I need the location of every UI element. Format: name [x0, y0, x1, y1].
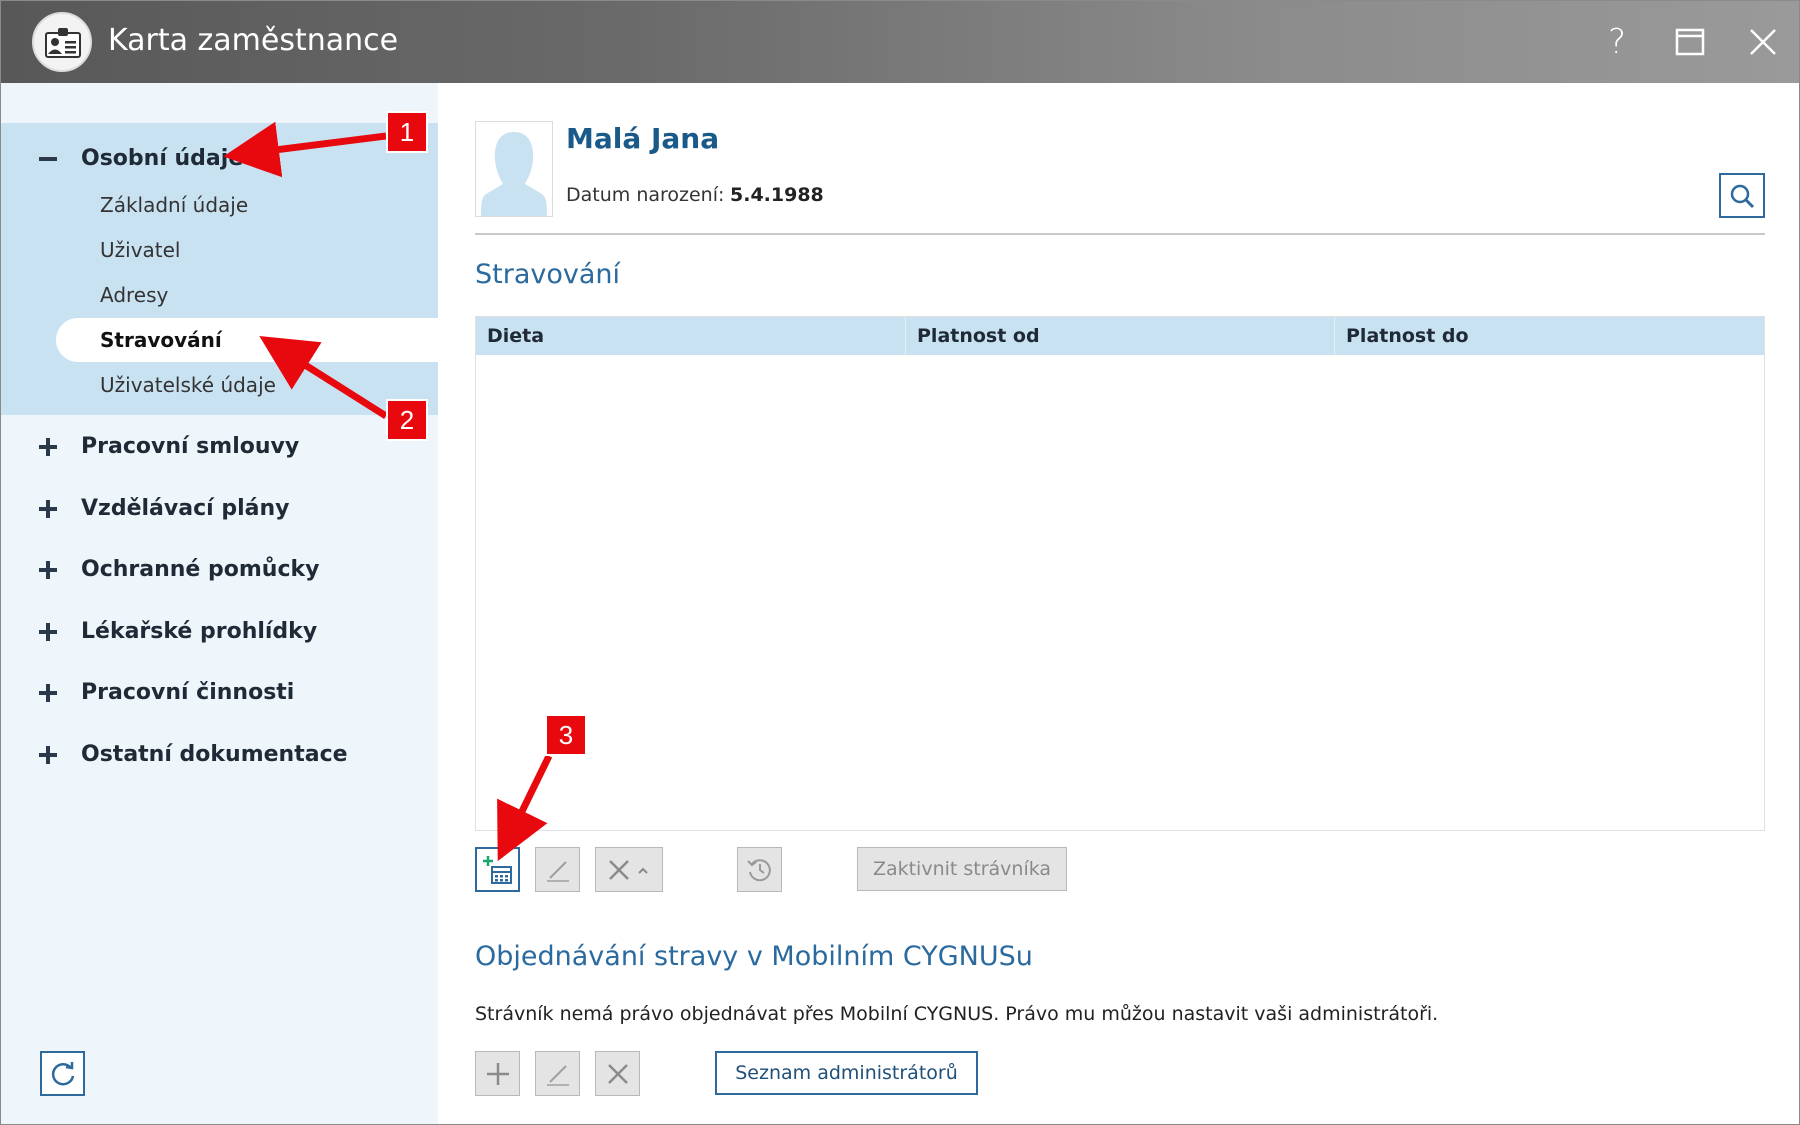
pencil-icon — [546, 860, 569, 882]
grid-header: Dieta Platnost od Platnost do — [476, 317, 1764, 355]
history-icon — [746, 858, 771, 881]
add-permission-button[interactable] — [475, 1051, 520, 1096]
sidebar-group-label: Pracovní činnosti — [81, 680, 295, 705]
search-icon — [1730, 184, 1755, 208]
delete-diet-button[interactable] — [595, 847, 663, 892]
sidebar-group-label: Vzdělávací plány — [81, 496, 290, 521]
employee-avatar — [475, 121, 553, 217]
sidebar-item-label: Stravování — [100, 328, 222, 352]
annotation-callout-1: 1 — [386, 111, 428, 153]
refresh-button[interactable] — [40, 1051, 85, 1096]
search-employee-button[interactable] — [1719, 173, 1765, 218]
plus-icon — [39, 683, 59, 703]
sidebar-group-lekarske-prohlidky[interactable]: Lékařské prohlídky — [1, 604, 438, 660]
sidebar-item-label: Uživatelské údaje — [100, 373, 276, 397]
minus-icon — [39, 149, 59, 169]
sidebar: Osobní údaje Základní údaje Uživatel Adr… — [1, 83, 438, 1124]
person-silhouette-icon — [481, 132, 547, 216]
employee-card-window: Karta zaměstnance ? Osobní údaje Základn… — [0, 0, 1800, 1125]
stravovani-title: Stravování — [475, 259, 621, 290]
sidebar-group-label: Ostatní dokumentace — [81, 742, 348, 767]
administrators-list-button[interactable]: Seznam administrátorů — [715, 1051, 978, 1095]
sidebar-item-zakladni-udaje[interactable]: Základní údaje — [1, 183, 438, 227]
sidebar-group-label: Ochranné pomůcky — [81, 557, 320, 582]
edit-permission-button[interactable] — [535, 1051, 580, 1096]
sidebar-item-uzivatelske-udaje[interactable]: Uživatelské údaje — [1, 363, 438, 407]
sidebar-item-label: Základní údaje — [100, 193, 249, 217]
maximize-icon — [1675, 28, 1705, 56]
sidebar-group-pracovni-smlouvy[interactable]: Pracovní smlouvy — [1, 419, 438, 475]
maximize-button[interactable] — [1664, 17, 1716, 67]
column-header-platnost-do[interactable]: Platnost do — [1334, 317, 1764, 355]
mobile-ordering-info: Strávník nemá právo objednávat přes Mobi… — [475, 1003, 1439, 1025]
sidebar-group-pracovni-cinnosti[interactable]: Pracovní činnosti — [1, 665, 438, 721]
column-header-dieta[interactable]: Dieta — [476, 317, 905, 355]
plus-icon — [486, 1062, 509, 1085]
annotation-callout-2: 2 — [386, 399, 428, 441]
sidebar-item-label: Adresy — [100, 283, 169, 307]
help-button[interactable]: ? — [1591, 17, 1643, 67]
sidebar-item-uzivatel[interactable]: Uživatel — [1, 228, 438, 272]
sidebar-group-ochranne-pomucky[interactable]: Ochranné pomůcky — [1, 542, 438, 598]
sidebar-group-label: Lékařské prohlídky — [81, 619, 318, 644]
sidebar-group-vzdelavaci-plany[interactable]: Vzdělávací plány — [1, 481, 438, 537]
close-icon — [607, 1063, 628, 1084]
plus-icon — [39, 437, 59, 457]
sidebar-group-label: Osobní údaje — [81, 146, 244, 171]
plus-icon — [39, 499, 59, 519]
add-calendar-icon — [482, 855, 512, 884]
sidebar-group-label: Pracovní smlouvy — [81, 434, 300, 459]
add-diet-button[interactable] — [475, 847, 520, 892]
delete-permission-button[interactable] — [595, 1051, 640, 1096]
close-icon — [1750, 29, 1776, 55]
plus-icon — [39, 745, 59, 765]
dob-label: Datum narození: — [566, 184, 725, 206]
delete-dropdown-icon — [609, 859, 648, 880]
header-divider — [475, 233, 1765, 235]
sidebar-item-label: Uživatel — [100, 238, 181, 262]
annotation-callout-3: 3 — [545, 714, 587, 756]
mobile-ordering-title: Objednávání stravy v Mobilním CYGNUSu — [475, 941, 1033, 972]
edit-diet-button[interactable] — [535, 847, 580, 892]
column-header-platnost-od[interactable]: Platnost od — [905, 317, 1334, 355]
employee-name: Malá Jana — [566, 122, 720, 155]
title-bar: Karta zaměstnance ? — [1, 1, 1799, 83]
stravovani-grid[interactable]: Dieta Platnost od Platnost do — [475, 316, 1765, 831]
sidebar-item-adresy[interactable]: Adresy — [1, 273, 438, 317]
dob-value: 5.4.1988 — [730, 184, 824, 206]
refresh-icon — [51, 1061, 74, 1085]
history-button[interactable] — [737, 847, 782, 892]
plus-icon — [39, 560, 59, 580]
pencil-icon — [546, 1064, 569, 1086]
app-id-card-icon — [32, 12, 92, 72]
sidebar-item-stravovani[interactable]: Stravování — [1, 318, 438, 362]
window-title: Karta zaměstnance — [108, 23, 399, 58]
sidebar-group-osobni-udaje[interactable]: Osobní údaje — [1, 131, 438, 187]
activate-diner-button[interactable]: Zaktivnit strávníka — [857, 847, 1067, 891]
plus-icon — [39, 622, 59, 642]
sidebar-group-ostatni-dokumentace[interactable]: Ostatní dokumentace — [1, 727, 438, 783]
close-button[interactable] — [1737, 17, 1789, 67]
